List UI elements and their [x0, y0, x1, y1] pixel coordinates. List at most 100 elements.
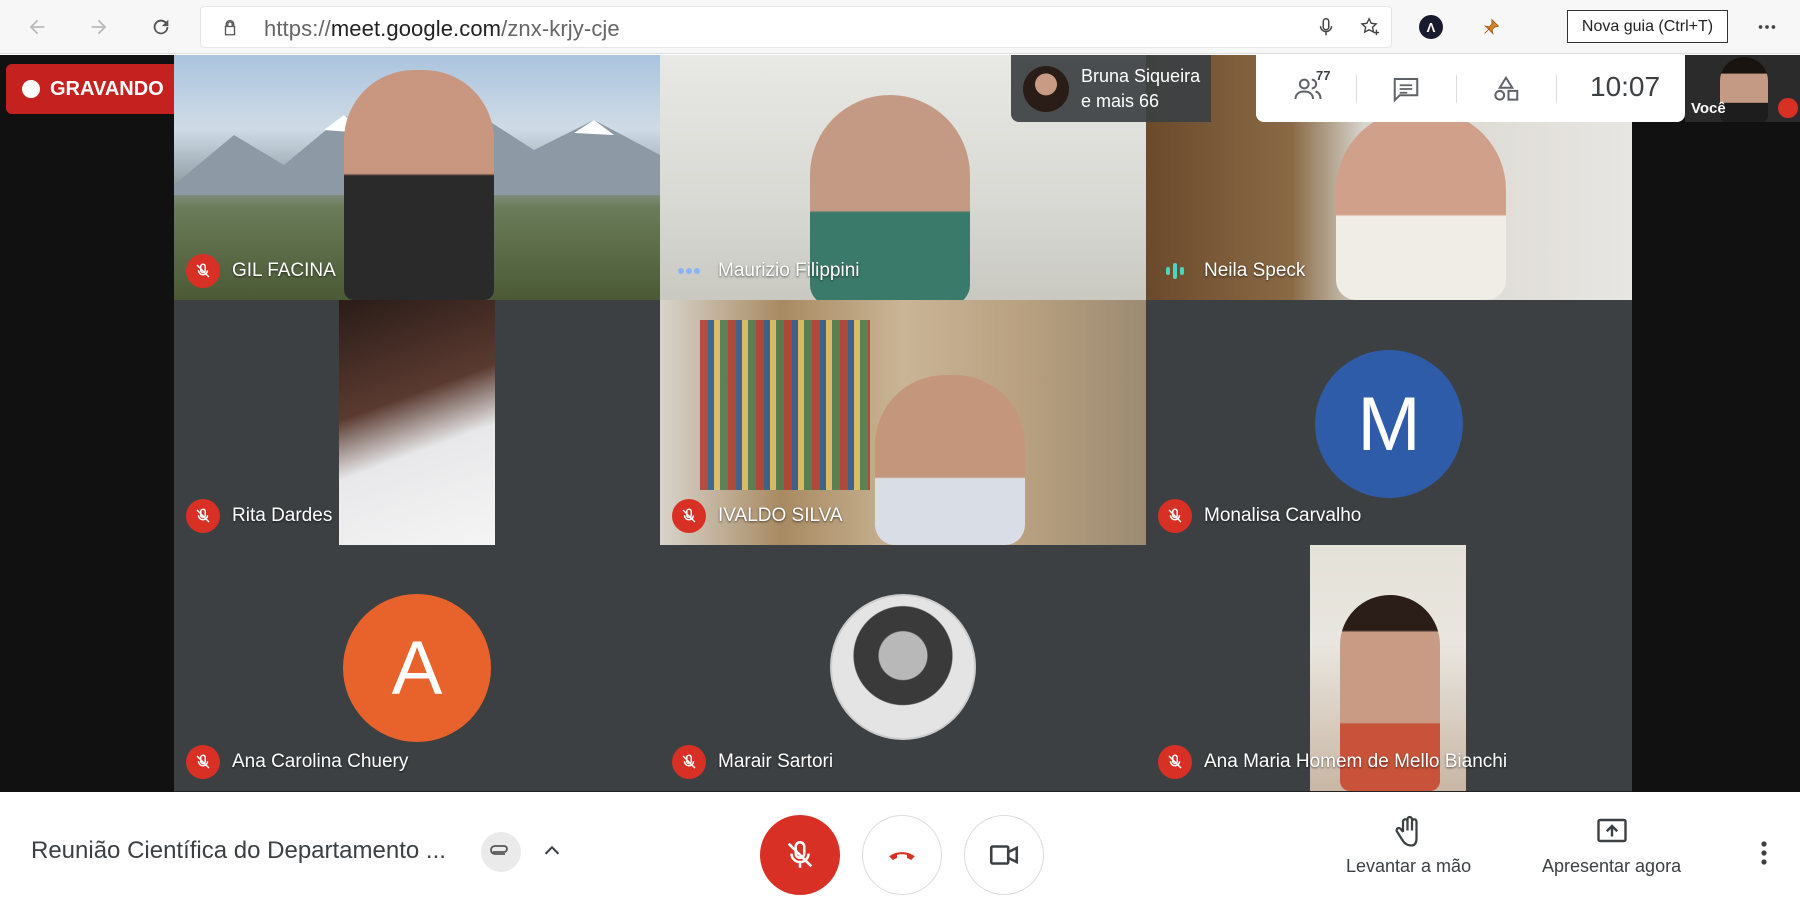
more-options-button[interactable]	[1750, 835, 1778, 871]
hang-up-icon	[889, 852, 915, 860]
participant-tile[interactable]: M Monalisa Carvalho	[1146, 300, 1632, 545]
present-now-button[interactable]: Apresentar agora	[1542, 814, 1681, 877]
divider	[1556, 75, 1557, 103]
participant-label: IVALDO SILVA	[672, 499, 843, 533]
paperclip-icon	[490, 845, 508, 855]
reload-icon	[153, 19, 169, 35]
participant-video	[339, 300, 495, 545]
extension-button[interactable]	[1474, 10, 1508, 44]
meeting-title[interactable]: Reunião Científica do Departamento ...	[31, 837, 446, 865]
address-bar[interactable]: https://meet.google.com/znx-krjy-cje	[200, 6, 1392, 48]
presenter-others: e mais 66	[1081, 90, 1160, 111]
record-dot-icon	[22, 80, 40, 98]
participant-avatar: M	[1315, 350, 1463, 498]
participant-tile[interactable]: Rita Dardes	[174, 300, 660, 545]
browser-menu-button[interactable]	[1750, 10, 1784, 44]
divider	[1356, 75, 1357, 103]
speaking-indicator-icon	[1158, 254, 1192, 288]
presenter-name: Bruna Siqueira	[1081, 65, 1201, 86]
back-button[interactable]	[20, 10, 54, 44]
participant-label: Ana Carolina Chuery	[186, 745, 408, 779]
participant-name: IVALDO SILVA	[718, 505, 843, 526]
leave-call-button[interactable]	[862, 815, 942, 895]
mic-off-icon	[186, 254, 220, 288]
mic-off-icon	[672, 745, 706, 779]
more-options-dots-icon	[672, 254, 706, 288]
recording-label: GRAVANDO	[50, 77, 164, 100]
mic-off-icon	[186, 745, 220, 779]
meeting-clock: 10:07	[1590, 71, 1661, 102]
participant-label: Ana Maria Homem de Mello Bianchi	[1158, 745, 1507, 779]
participant-tile[interactable]: GIL FACINA	[174, 55, 660, 300]
presenter-text: Bruna Siqueira e mais 66	[1081, 64, 1200, 114]
presenter-avatar	[1023, 65, 1069, 112]
mic-off-icon	[672, 499, 706, 533]
add-favorite-button[interactable]	[1353, 10, 1387, 44]
shapes-icon	[1494, 75, 1519, 101]
participant-name: Neila Speck	[1204, 260, 1306, 281]
participant-video	[1336, 110, 1506, 300]
participant-name: Ana Maria Homem de Mello Bianchi	[1204, 751, 1508, 772]
toggle-microphone-button[interactable]	[760, 815, 840, 895]
hand-icon	[1395, 815, 1418, 847]
participant-tile[interactable]: Ana Maria Homem de Mello Bianchi	[1146, 545, 1632, 791]
bookshelf-image	[700, 320, 870, 490]
star-plus-icon	[1360, 17, 1380, 36]
lock-icon	[224, 19, 236, 36]
more-vertical-icon	[1761, 841, 1767, 865]
avatar-letter: M	[1357, 381, 1421, 467]
meeting-details-toggle[interactable]	[535, 834, 569, 868]
people-button[interactable]: 77	[1286, 68, 1330, 106]
video-camera-icon	[989, 845, 1019, 865]
reload-button[interactable]	[144, 10, 178, 44]
present-now-label: Apresentar agora	[1542, 856, 1682, 876]
stage-left-margin	[0, 55, 174, 792]
participant-tile[interactable]: IVALDO SILVA	[660, 300, 1146, 545]
raise-hand-label: Levantar a mão	[1346, 856, 1472, 876]
url-text: https://meet.google.com/znx-krjy-cje	[264, 16, 620, 41]
participant-label: Neila Speck	[1158, 254, 1305, 288]
meeting-controls-bar: Reunião Científica do Departamento ... L…	[0, 792, 1800, 912]
participant-video	[344, 70, 494, 300]
chat-button[interactable]	[1384, 72, 1428, 106]
participant-name: Marair Sartori	[718, 751, 834, 772]
participant-name: Ana Carolina Chuery	[232, 751, 409, 772]
recording-badge: GRAVANDO	[6, 64, 186, 114]
toggle-camera-button[interactable]	[964, 815, 1044, 895]
mic-off-icon	[1158, 499, 1192, 533]
activities-button[interactable]	[1484, 72, 1528, 106]
profile-extension-button[interactable]: Λ	[1414, 10, 1448, 44]
participant-avatar: A	[343, 594, 491, 742]
arrow-left-icon	[29, 19, 45, 35]
participant-label: Marair Sartori	[672, 745, 833, 779]
raise-hand-button[interactable]: Levantar a mão	[1346, 814, 1471, 877]
more-horizontal-icon	[1758, 25, 1776, 29]
self-view-tile[interactable]: Você	[1685, 55, 1800, 122]
new-tab-tooltip: Nova guia (Ctrl+T)	[1567, 10, 1728, 43]
participant-photo	[830, 594, 976, 740]
mic-off-icon	[186, 499, 220, 533]
pin-extension-icon	[1484, 18, 1500, 35]
chevron-up-icon	[544, 845, 560, 855]
participant-tile[interactable]: Marair Sartori	[660, 545, 1146, 791]
present-screen-icon	[1596, 818, 1627, 843]
browser-toolbar: https://meet.google.com/znx-krjy-cje Λ N…	[0, 0, 1800, 54]
participant-label: Maurizio Filippini	[672, 254, 860, 288]
presenter-chip[interactable]: Bruna Siqueira e mais 66	[1011, 55, 1211, 122]
microphone-icon	[1319, 18, 1333, 36]
voice-search-button[interactable]	[1309, 10, 1343, 44]
mic-off-icon	[787, 840, 813, 868]
people-count-badge: 77	[1316, 68, 1331, 83]
participant-label: GIL FACINA	[186, 254, 336, 288]
mic-off-icon	[1778, 98, 1798, 118]
participant-name: GIL FACINA	[232, 260, 336, 281]
participant-name: Maurizio Filippini	[718, 260, 860, 281]
forward-button[interactable]	[82, 10, 116, 44]
participant-tile[interactable]: A Ana Carolina Chuery	[174, 545, 660, 791]
participant-name: Monalisa Carvalho	[1204, 505, 1362, 526]
extension-icon: Λ	[1419, 15, 1443, 39]
participant-video	[875, 375, 1025, 545]
divider	[1456, 75, 1457, 103]
attachment-button[interactable]	[481, 832, 521, 872]
participant-name: Rita Dardes	[232, 505, 333, 526]
